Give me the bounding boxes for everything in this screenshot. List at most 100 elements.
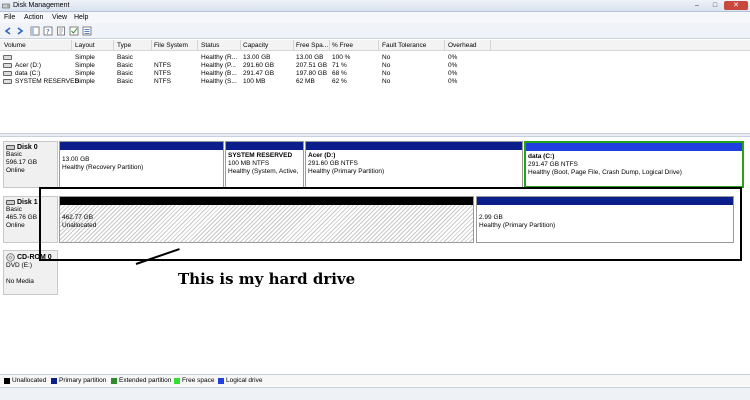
menu-action[interactable]: Action (24, 14, 43, 21)
partition-system-reserved[interactable]: SYSTEM RESERVED 100 MB NTFS Healthy (Sys… (225, 141, 304, 188)
column-divider[interactable] (378, 40, 379, 51)
cdrom-0-label[interactable]: CD-ROM 0 DVD (E:) No Media (3, 250, 58, 295)
check-icon[interactable] (69, 26, 79, 36)
partition-primary[interactable]: 2.99 GB Healthy (Primary Partition) (476, 196, 734, 243)
disk-0-label[interactable]: Disk 0 Basic 596.17 GB Online (3, 141, 58, 188)
menu-view[interactable]: View (52, 14, 67, 21)
column-header-free-space[interactable]: Free Spa... (296, 42, 328, 51)
volume-file-system: NTFS (154, 62, 171, 69)
back-arrow-icon[interactable] (3, 26, 13, 36)
window-title: Disk Management (13, 2, 70, 9)
column-header-percent-free[interactable]: % Free (332, 42, 353, 51)
volume-row[interactable]: SYSTEM RESERVED Simple Basic NTFS Health… (0, 77, 750, 86)
menu-file[interactable]: File (4, 14, 15, 21)
maximize-button[interactable]: □ (706, 1, 724, 10)
volume-percent-free: 71 % (332, 62, 347, 69)
status-bar (0, 387, 750, 400)
volume-name: Acer (D:) (15, 62, 41, 69)
column-divider[interactable] (490, 40, 491, 51)
column-divider[interactable] (113, 40, 114, 51)
volume-fault-tolerance: No (382, 78, 391, 85)
partition-data-c[interactable]: data (C:) 291.47 GB NTFS Healthy (Boot, … (524, 141, 744, 188)
volume-fault-tolerance: No (382, 54, 391, 61)
partition-status: Healthy (Primary Partition) (308, 168, 385, 175)
legend-item: Primary partition (51, 377, 106, 384)
volume-layout: Simple (75, 78, 95, 85)
volume-percent-free: 100 % (332, 54, 351, 61)
column-header-status[interactable]: Status (201, 42, 219, 51)
column-divider[interactable] (444, 40, 445, 51)
legend-swatch-free-space (174, 377, 180, 384)
volume-overhead: 0% (448, 62, 458, 69)
unallocated-space[interactable]: 462.77 GB Unallocated (59, 196, 474, 243)
volume-capacity: 291.60 GB (243, 62, 275, 69)
menu-help[interactable]: Help (74, 14, 88, 21)
column-header-fault-tolerance[interactable]: Fault Tolerance (382, 42, 426, 51)
partition-size: 13.00 GB (62, 156, 90, 163)
legend-swatch-extended (111, 377, 117, 384)
column-divider[interactable] (151, 40, 152, 51)
help-icon[interactable]: ? (43, 26, 53, 36)
volume-list: Volume Layout Type File System Status Ca… (0, 40, 750, 133)
volume-percent-free: 62 % (332, 78, 347, 85)
legend-label: Free space (182, 377, 215, 384)
disk-status: No Media (6, 278, 34, 285)
disk-type: DVD (E:) (6, 262, 32, 269)
partition-status: Healthy (System, Active, (228, 168, 299, 175)
column-header-volume[interactable]: Volume (4, 42, 26, 51)
partition-name: data (C:) (528, 153, 555, 160)
column-divider[interactable] (197, 40, 198, 51)
minimize-button[interactable]: – (688, 1, 706, 10)
volume-type: Basic (117, 78, 133, 85)
volume-type: Basic (117, 54, 133, 61)
menu-bar: File Action View Help (0, 12, 750, 23)
view-list-icon[interactable] (82, 26, 92, 36)
partition-size: 291.47 GB NTFS (528, 161, 578, 168)
volume-layout: Simple (75, 70, 95, 77)
column-header-type[interactable]: Type (117, 42, 131, 51)
forward-arrow-icon[interactable] (15, 26, 25, 36)
column-header-file-system[interactable]: File System (154, 42, 188, 51)
volume-fault-tolerance: No (382, 70, 391, 77)
disk-type: Basic (6, 206, 22, 213)
volume-status: Healthy (P... (201, 62, 236, 69)
column-divider[interactable] (71, 40, 72, 51)
console-tree-icon[interactable] (30, 26, 40, 36)
column-divider[interactable] (329, 40, 330, 51)
properties-icon[interactable] (56, 26, 66, 36)
primary-partition-bar (477, 197, 733, 205)
partition-status: Healthy (Boot, Page File, Crash Dump, Lo… (528, 169, 682, 176)
hard-disk-icon (6, 200, 15, 205)
primary-partition-bar (226, 142, 303, 150)
volume-icon (3, 71, 12, 76)
disk-size: 596.17 GB (6, 159, 38, 166)
volume-icon (3, 55, 12, 60)
partition-acer-d[interactable]: Acer (D:) 291.60 GB NTFS Healthy (Primar… (305, 141, 523, 188)
column-divider[interactable] (240, 40, 241, 51)
annotation-text: This is my hard drive (178, 270, 356, 288)
column-header-overhead[interactable]: Overhead (448, 42, 477, 51)
partition-name: Acer (D:) (308, 152, 336, 159)
column-header-layout[interactable]: Layout (75, 42, 95, 51)
volume-icon (3, 79, 12, 84)
volume-type: Basic (117, 62, 133, 69)
volume-icon (3, 63, 12, 68)
svg-text:?: ? (46, 28, 50, 36)
column-divider[interactable] (293, 40, 294, 51)
volume-name: data (C:) (15, 70, 41, 77)
column-header-capacity[interactable]: Capacity (243, 42, 268, 51)
legend-item: Unallocated (4, 377, 46, 384)
volume-percent-free: 68 % (332, 70, 347, 77)
disk-name: CD-ROM 0 (17, 254, 52, 261)
partition-recovery[interactable]: 13.00 GB Healthy (Recovery Partition) (59, 141, 224, 188)
volume-capacity: 13.00 GB (243, 54, 271, 61)
volume-free-space: 197.80 GB (296, 70, 328, 77)
volume-layout: Simple (75, 62, 95, 69)
disk-status: Online (6, 167, 25, 174)
volume-type: Basic (117, 70, 133, 77)
volume-name: SYSTEM RESERVED (15, 78, 80, 85)
close-button[interactable]: ✕ (724, 1, 748, 10)
disk-1-label[interactable]: Disk 1 Basic 465.76 GB Online (3, 196, 58, 243)
legend-item: Free space (174, 377, 215, 384)
partition-size: 100 MB NTFS (228, 160, 270, 167)
